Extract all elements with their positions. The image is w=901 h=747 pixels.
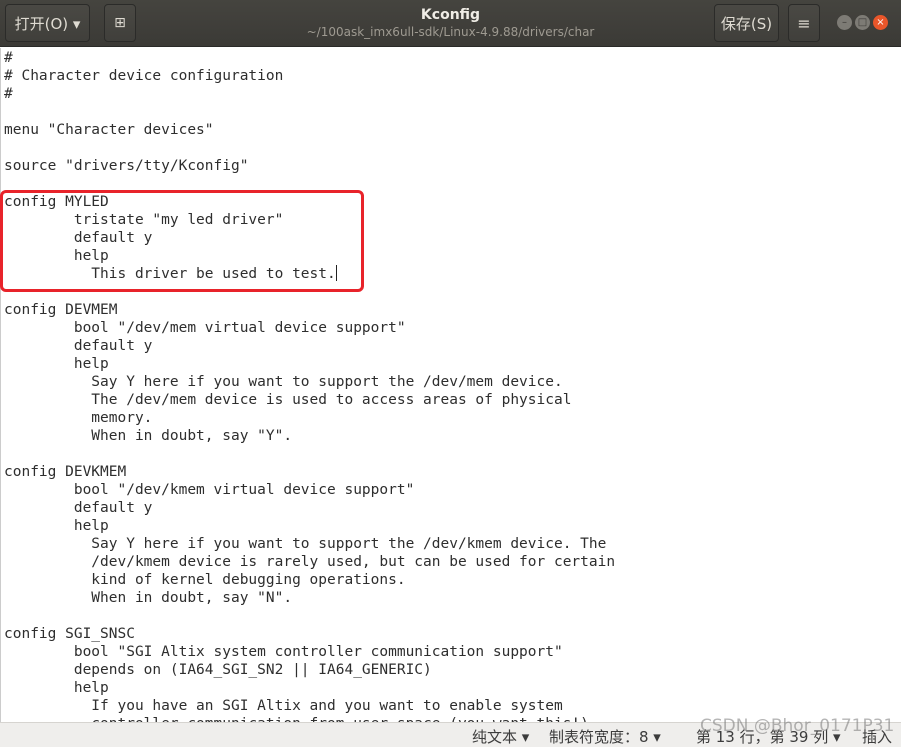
maximize-icon[interactable]: □ <box>855 15 870 30</box>
code-line[interactable]: When in doubt, say "N". <box>4 589 901 607</box>
code-line[interactable] <box>4 607 901 625</box>
code-line[interactable]: bool "/dev/mem virtual device support" <box>4 319 901 337</box>
code-line[interactable]: help <box>4 679 901 697</box>
close-icon[interactable]: × <box>873 15 888 30</box>
code-line[interactable]: config SGI_SNSC <box>4 625 901 643</box>
code-line[interactable]: help <box>4 355 901 373</box>
code-line[interactable]: If you have an SGI Altix and you want to… <box>4 697 901 715</box>
watermark: CSDN @Bhor_0171P31 <box>700 716 895 736</box>
code-line[interactable]: kind of kernel debugging operations. <box>4 571 901 589</box>
code-line[interactable]: config DEVKMEM <box>4 463 901 481</box>
header-bar: 打开(O) ▾ ⊞ Kconfig ~/100ask_imx6ull-sdk/L… <box>0 0 901 47</box>
code-line[interactable]: help <box>4 517 901 535</box>
code-line[interactable]: # Character device configuration <box>4 67 901 85</box>
code-line[interactable]: menu "Character devices" <box>4 121 901 139</box>
tab-width-selector[interactable]: 制表符宽度：8 ▾ <box>549 726 661 747</box>
code-line[interactable]: Say Y here if you want to support the /d… <box>4 535 901 553</box>
code-line[interactable] <box>4 445 901 463</box>
code-line[interactable]: default y <box>4 499 901 517</box>
code-line[interactable] <box>4 139 901 157</box>
code-line[interactable]: memory. <box>4 409 901 427</box>
code-line[interactable] <box>4 103 901 121</box>
code-line[interactable]: /dev/kmem device is rarely used, but can… <box>4 553 901 571</box>
save-button[interactable]: 保存(S) <box>714 4 779 42</box>
code-line[interactable]: bool "/dev/kmem virtual device support" <box>4 481 901 499</box>
code-line[interactable]: source "drivers/tty/Kconfig" <box>4 157 901 175</box>
code-line[interactable]: Say Y here if you want to support the /d… <box>4 373 901 391</box>
code-line[interactable]: The /dev/mem device is used to access ar… <box>4 391 901 409</box>
code-line[interactable]: bool "SGI Altix system controller commun… <box>4 643 901 661</box>
code-line[interactable]: # <box>4 49 901 67</box>
hamburger-icon[interactable]: ≡ <box>788 4 820 42</box>
text-editor[interactable]: # # Character device configuration # menu … <box>0 48 901 722</box>
language-selector[interactable]: 纯文本 ▾ <box>472 726 529 747</box>
code-line[interactable]: When in doubt, say "Y". <box>4 427 901 445</box>
code-line[interactable]: # <box>4 85 901 103</box>
code-line[interactable]: default y <box>4 337 901 355</box>
highlight-box <box>0 190 364 292</box>
code-line[interactable]: depends on (IA64_SGI_SN2 || IA64_GENERIC… <box>4 661 901 679</box>
minimize-icon[interactable]: – <box>837 15 852 30</box>
code-line[interactable]: config DEVMEM <box>4 301 901 319</box>
